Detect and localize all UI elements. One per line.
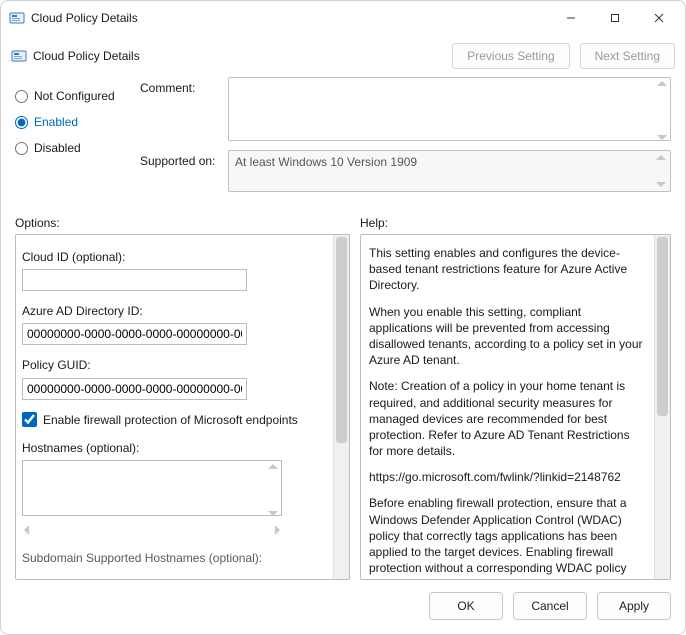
radio-disabled-label: Disabled <box>34 141 81 155</box>
header-row: Cloud Policy Details Previous Setting Ne… <box>1 35 685 73</box>
apply-button[interactable]: Apply <box>597 592 671 620</box>
azure-dir-label: Azure AD Directory ID: <box>22 303 327 319</box>
policy-icon <box>11 48 27 64</box>
radio-enabled-label: Enabled <box>34 115 78 129</box>
scrollbar-thumb[interactable] <box>657 237 668 416</box>
hostnames-textarea[interactable] <box>22 460 282 516</box>
policy-guid-group: Policy GUID: <box>22 357 327 399</box>
comment-textarea[interactable] <box>228 77 671 141</box>
radio-not-configured[interactable]: Not Configured <box>15 83 140 109</box>
scroll-up-icon[interactable] <box>268 464 278 469</box>
firewall-checkbox[interactable] <box>22 412 37 427</box>
radio-not-configured-label: Not Configured <box>34 89 115 103</box>
cloud-id-input[interactable] <box>22 269 247 291</box>
panels-row: Cloud ID (optional): Azure AD Directory … <box>15 234 671 580</box>
scroll-up-icon[interactable] <box>656 155 666 160</box>
comment-label: Comment: <box>140 77 228 95</box>
supported-on-label: Supported on: <box>140 150 228 168</box>
radio-disabled[interactable]: Disabled <box>15 135 140 161</box>
policy-guid-label: Policy GUID: <box>22 357 327 373</box>
scroll-right-icon[interactable] <box>275 525 280 535</box>
azure-dir-group: Azure AD Directory ID: <box>22 303 327 345</box>
maximize-button[interactable] <box>593 3 637 33</box>
radio-enabled-input[interactable] <box>15 116 28 129</box>
scroll-up-icon[interactable] <box>657 81 667 86</box>
right-fields: Comment: Supported on: At least Windows … <box>140 77 671 198</box>
help-link: https://go.microsoft.com/fwlink/?linkid=… <box>369 469 644 485</box>
help-panel: This setting enables and configures the … <box>360 234 671 580</box>
titlebar: Cloud Policy Details <box>1 1 685 35</box>
hostnames-group: Hostnames (optional): <box>22 440 327 538</box>
options-scroll[interactable]: Cloud ID (optional): Azure AD Directory … <box>16 235 333 579</box>
policy-guid-input[interactable] <box>22 378 247 400</box>
radio-enabled[interactable]: Enabled <box>15 109 140 135</box>
supported-on-text: At least Windows 10 Version 1909 <box>235 155 417 169</box>
options-panel: Cloud ID (optional): Azure AD Directory … <box>15 234 350 580</box>
section-labels: Options: Help: <box>15 216 671 230</box>
footer-buttons: OK Cancel Apply <box>1 580 685 634</box>
policy-window: Cloud Policy Details Cloud Policy Detail… <box>0 0 686 635</box>
options-vertical-scrollbar[interactable] <box>333 235 349 579</box>
window-title: Cloud Policy Details <box>31 11 549 25</box>
options-heading: Options: <box>15 216 360 230</box>
hostnames-label: Hostnames (optional): <box>22 440 327 456</box>
help-paragraph: Before enabling firewall protection, ens… <box>369 495 644 579</box>
cloud-id-group: Cloud ID (optional): <box>22 249 327 291</box>
top-row: Not Configured Enabled Disabled Comment: <box>15 77 671 198</box>
scrollbar-thumb[interactable] <box>336 237 347 443</box>
subdomain-label: Subdomain Supported Hostnames (optional)… <box>22 550 327 566</box>
minimize-button[interactable] <box>549 3 593 33</box>
help-heading: Help: <box>360 216 388 230</box>
policy-icon <box>9 10 25 26</box>
firewall-checkbox-label: Enable firewall protection of Microsoft … <box>43 412 298 428</box>
help-paragraph: This setting enables and configures the … <box>369 245 644 294</box>
subdomain-group: Subdomain Supported Hostnames (optional)… <box>22 550 327 566</box>
cancel-button[interactable]: Cancel <box>513 592 587 620</box>
scroll-left-icon[interactable] <box>24 525 29 535</box>
header-subtitle: Cloud Policy Details <box>33 49 140 63</box>
comment-row: Comment: <box>140 77 671 144</box>
cloud-id-label: Cloud ID (optional): <box>22 249 327 265</box>
scroll-down-icon[interactable] <box>657 135 667 140</box>
supported-row: Supported on: At least Windows 10 Versio… <box>140 150 671 192</box>
help-paragraph: When you enable this setting, compliant … <box>369 304 644 369</box>
radio-disabled-input[interactable] <box>15 142 28 155</box>
ok-button[interactable]: OK <box>429 592 503 620</box>
content-area: Not Configured Enabled Disabled Comment: <box>1 73 685 580</box>
state-radio-group: Not Configured Enabled Disabled <box>15 77 140 161</box>
scroll-down-icon[interactable] <box>268 511 278 516</box>
close-button[interactable] <box>637 3 681 33</box>
firewall-checkbox-row[interactable]: Enable firewall protection of Microsoft … <box>22 412 327 428</box>
scroll-down-icon[interactable] <box>656 182 666 187</box>
window-controls <box>549 3 681 33</box>
azure-dir-input[interactable] <box>22 323 247 345</box>
radio-not-configured-input[interactable] <box>15 90 28 103</box>
supported-on-value: At least Windows 10 Version 1909 <box>228 150 671 192</box>
help-paragraph: Note: Creation of a policy in your home … <box>369 378 644 459</box>
previous-setting-button[interactable]: Previous Setting <box>452 43 569 69</box>
hostnames-hscroll[interactable] <box>22 522 282 538</box>
next-setting-button[interactable]: Next Setting <box>580 43 675 69</box>
help-vertical-scrollbar[interactable] <box>654 235 670 579</box>
help-scroll[interactable]: This setting enables and configures the … <box>361 235 654 579</box>
